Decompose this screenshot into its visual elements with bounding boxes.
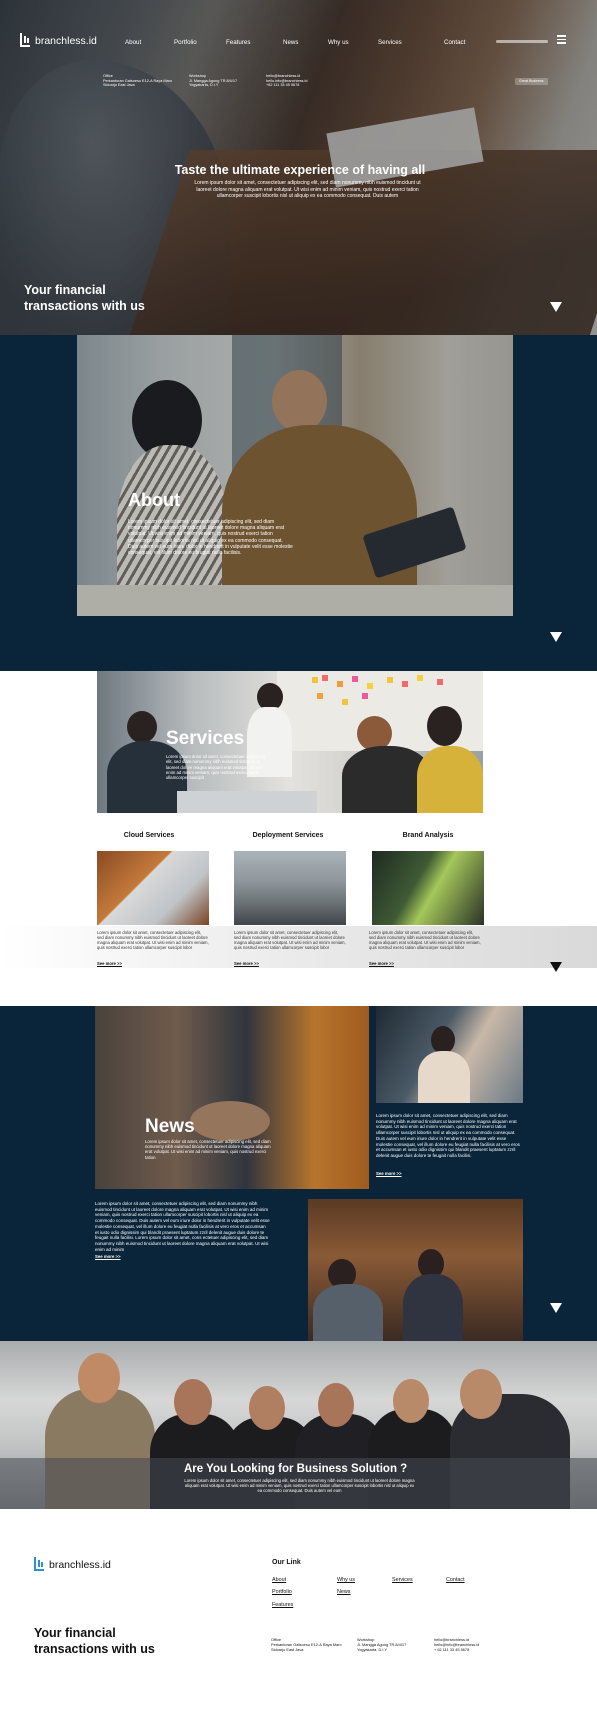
scroll-down-icon[interactable] [550,962,562,972]
footer-links-title: Our Link [272,1559,301,1566]
news-photo-1[interactable] [376,1006,523,1103]
news-item2-text: Lorem ipsum dolor sit amet, consectetuer… [95,1201,270,1252]
news-description: Lorem ipsum dolor sit amet, consectetuer… [145,1139,271,1160]
scroll-down-icon[interactable] [550,1303,562,1313]
footer-link-news[interactable]: News [337,1589,350,1595]
footer-office-info: Office Perkantoran Gatsoesu E12-A Raya M… [271,1637,342,1652]
footer-workshop-city: Yogyakarta, D.I.Y [357,1646,388,1652]
footer-brand-name: branchless.id [49,1558,111,1571]
team-section: Are You Looking for Business Solution ? … [0,1341,597,1509]
nav-about[interactable]: About [125,39,141,46]
footer-office-city: Sidoarjo East Java [271,1646,304,1652]
office-city: Sidoarjo East Java [103,83,135,88]
footer-link-features[interactable]: Features [272,1602,293,1608]
about-description: Lorem ipsum dolor sit amet, consectetuer… [128,519,293,557]
footer-contact-info: hello@branchless.id hello@info@branchles… [434,1637,479,1653]
hero-title: Taste the ultimate experience of having … [174,163,426,177]
about-photo [77,335,513,616]
news-photo-2[interactable] [308,1199,523,1341]
team-description: Lorem ipsum dolor sit amet, consectetuer… [184,1478,415,1493]
about-title: About [128,490,180,510]
hero-tagline-line1: Your financial [24,283,106,297]
news-title: News [145,1116,195,1137]
workshop-city: Yogyakarta, D.I.Y [189,83,219,88]
card-title-brand: Brand Analysis [402,832,454,839]
office-info: Office Perkantoran Gatsoesu E12-A Raya M… [103,74,172,88]
footer-link-why-us[interactable]: Why us [337,1577,355,1583]
hero-tagline: Your financial transactions with us [24,282,184,314]
services-section: Services Lorem ipsum dolor sit amet, con… [0,671,597,1006]
card-see-more-cloud[interactable]: See more >> [97,961,122,966]
footer-link-portfolio[interactable]: Portfolio [272,1589,292,1595]
services-title: Services [166,728,245,749]
card-title-cloud: Cloud Services [123,832,175,839]
nav-services[interactable]: Services [378,39,402,46]
services-description: Lorem ipsum dolor sit amet, consectetuer… [166,754,266,781]
logo-mark-icon [20,33,31,48]
footer-tagline-line1: Your financial [34,1626,116,1640]
hero-description: Lorem ipsum dolor sit amet, consectetuer… [194,180,421,200]
news-section: News Lorem ipsum dolor sit amet, consect… [0,1006,597,1341]
nav-news[interactable]: News [283,39,298,46]
nav-portfolio[interactable]: Portfolio [174,39,197,46]
footer-link-about[interactable]: About [272,1577,286,1583]
card-image-brand[interactable] [372,851,484,925]
footer-brand-logo[interactable]: branchless.id [34,1557,111,1572]
card-see-more-brand[interactable]: See more >> [369,961,394,966]
hamburger-menu-icon[interactable] [557,35,566,44]
footer-phone[interactable]: + 62 111 33 45 5678 [434,1647,479,1653]
footer: branchless.id Our Link About Why us Serv… [0,1509,597,1709]
footer-tagline: Your financial transactions with us [34,1625,155,1657]
nav-why-us[interactable]: Why us [328,39,349,46]
nav-contact[interactable]: Contact [444,39,465,46]
card-text-cloud: Lorem ipsum dolor sit amet, consectetuer… [97,930,209,950]
footer-link-services[interactable]: Services [392,1577,413,1583]
footer-workshop-info: Workshop Jl. Mangga Agung TR.8/4/17 Yogy… [357,1637,406,1652]
brand-logo[interactable]: branchless.id [20,33,97,48]
hero-tagline-line2: transactions with us [24,299,145,313]
card-image-deployment[interactable] [234,851,346,925]
card-text-brand: Lorem ipsum dolor sit amet, consectetuer… [369,930,481,950]
nav-features[interactable]: Features [226,39,250,46]
contact-info: hello@branchless.id hello.info@branchles… [266,74,307,88]
search-bar[interactable] [496,40,548,43]
services-photo [97,671,483,813]
card-image-cloud[interactable] [97,851,209,925]
card-title-deployment: Deployment Services [252,832,324,839]
footer-link-contact[interactable]: Contact [446,1577,465,1583]
footer-tagline-line2: transactions with us [34,1642,155,1656]
card-see-more-deployment[interactable]: See more >> [234,961,259,966]
brand-name: branchless.id [35,34,97,47]
news-item1-see-more[interactable]: See more >> [376,1171,402,1176]
card-text-deployment: Lorem ipsum dolor sit amet, consectetuer… [234,930,346,950]
workshop-info: Workshop Jl. Mangga Agung TR.8/4/17 Yogy… [189,74,237,88]
news-photo-main [95,1006,369,1189]
status-badge: Great Business [515,78,548,85]
phone[interactable]: +62 111 33 45 5678 [266,83,307,88]
about-section: About Lorem ipsum dolor sit amet, consec… [0,335,597,671]
scroll-down-icon[interactable] [550,632,562,642]
news-item2-see-more[interactable]: See more >> [95,1254,121,1259]
news-item1-text: Lorem ipsum dolor sit amet, consectetuer… [376,1113,520,1158]
logo-mark-icon [34,1557,45,1572]
team-title: Are You Looking for Business Solution ? [184,1463,408,1475]
hero-section: branchless.id About Portfolio Features N… [0,0,597,335]
scroll-down-icon[interactable] [550,302,562,312]
